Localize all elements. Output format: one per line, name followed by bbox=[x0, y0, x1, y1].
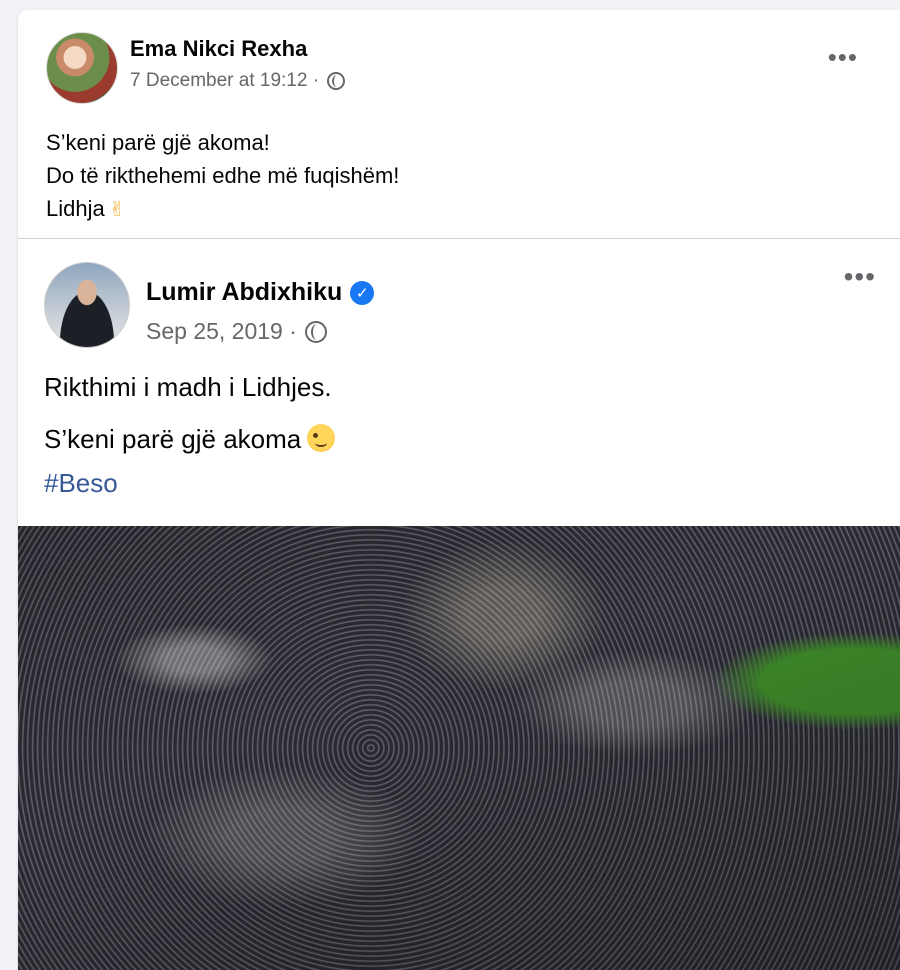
post-text-line: S’keni parë gjë akoma! bbox=[46, 130, 270, 155]
post-text-line: Lidhja ✌ bbox=[46, 192, 399, 227]
shared-post-divider bbox=[18, 238, 900, 239]
post-text-line: Do të rikthehemi edhe më fuqishëm! bbox=[46, 163, 400, 188]
shared-post-line-label: S’keni parë gjë akoma bbox=[44, 424, 302, 454]
shared-post-line: S’keni parë gjë akoma bbox=[44, 424, 336, 455]
winking-face-emoji bbox=[307, 424, 336, 452]
post-photo[interactable] bbox=[18, 526, 900, 970]
shared-post-author[interactable]: Lumir Abdixhiku ✓ bbox=[146, 278, 375, 307]
post-author-name[interactable]: Ema Nikci Rexha bbox=[130, 36, 307, 62]
post-timestamp[interactable]: 7 December at 19:12 · bbox=[130, 70, 319, 92]
author-avatar[interactable] bbox=[46, 32, 118, 104]
shared-post-timestamp[interactable]: Sep 25, 2019 · bbox=[146, 318, 297, 345]
post-text-line-label: Lidhja bbox=[46, 196, 105, 221]
shared-author-avatar[interactable] bbox=[44, 262, 130, 348]
hashtag-link[interactable]: #Beso bbox=[44, 468, 118, 499]
post-card: Ema Nikci Rexha 7 December at 19:12 · ••… bbox=[18, 10, 900, 970]
shared-post-meta: Sep 25, 2019 · bbox=[146, 318, 327, 345]
shared-post-line: Rikthimi i madh i Lidhjes. bbox=[44, 372, 332, 402]
globe-icon bbox=[304, 320, 327, 343]
shared-more-options-button[interactable]: ••• bbox=[844, 263, 876, 291]
post-meta: 7 December at 19:12 · bbox=[130, 70, 346, 92]
verified-badge-icon: ✓ bbox=[350, 280, 375, 305]
post-text: S’keni parë gjë akoma! Do të rikthehemi … bbox=[46, 126, 399, 227]
shared-author-name[interactable]: Lumir Abdixhiku bbox=[146, 278, 342, 307]
victory-hand-emoji: ✌ bbox=[108, 199, 126, 221]
more-options-button[interactable]: ••• bbox=[828, 44, 858, 70]
globe-icon bbox=[327, 72, 346, 90]
